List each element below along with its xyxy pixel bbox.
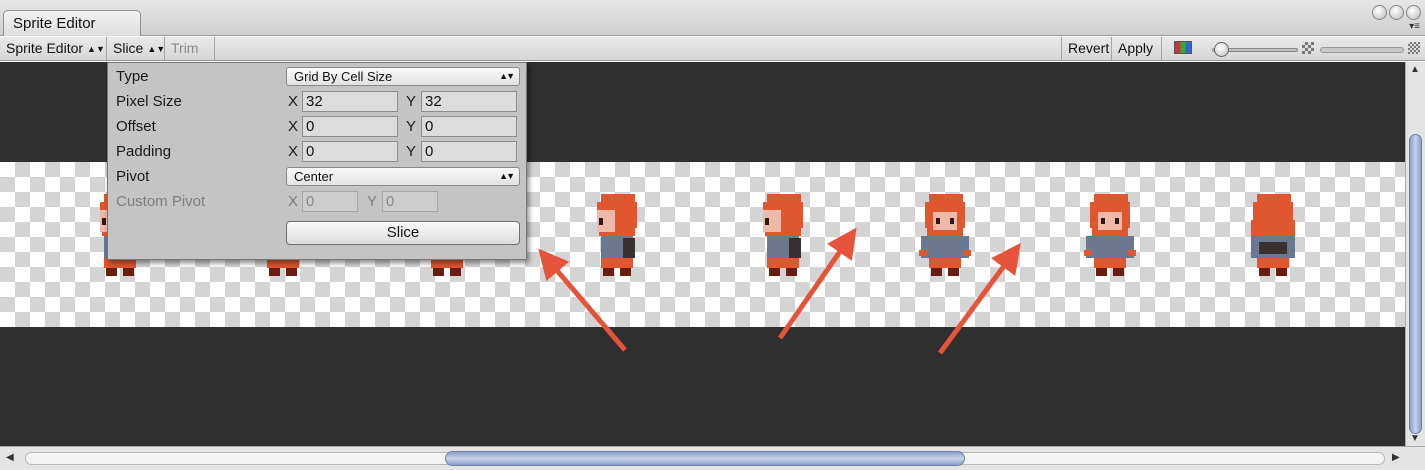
window-button-2[interactable] bbox=[1389, 5, 1404, 20]
pivot-dropdown-value: Center bbox=[294, 169, 334, 184]
chevron-updown-icon: ▲▼ bbox=[499, 71, 515, 81]
pixel-size-y-field[interactable]: 32 bbox=[421, 91, 517, 112]
updown-icon: ▲▼ bbox=[87, 44, 105, 54]
pivot-dropdown[interactable]: Center ▲▼ bbox=[286, 167, 520, 186]
sprite-character bbox=[597, 194, 637, 276]
custom-pivot-x-field[interactable]: 0 bbox=[302, 191, 358, 212]
pixel-size-label: Pixel Size bbox=[116, 93, 182, 110]
offset-y-axis-label: Y bbox=[406, 118, 417, 135]
offset-x-axis-label: X bbox=[288, 118, 299, 135]
sprite-editor-mode-dropdown[interactable]: Sprite Editor ▲▼ bbox=[0, 37, 107, 60]
custom-pivot-y-field[interactable]: 0 bbox=[382, 191, 438, 212]
pixel-size-x-field[interactable]: 32 bbox=[302, 91, 398, 112]
tab-menu-icon[interactable]: ▾≡ bbox=[1409, 21, 1420, 32]
type-label: Type bbox=[116, 68, 149, 85]
mip-small-icon bbox=[1302, 42, 1314, 54]
slice-button[interactable]: Slice bbox=[286, 221, 520, 245]
padding-y-field[interactable]: 0 bbox=[421, 141, 517, 162]
sprite-frame[interactable] bbox=[743, 162, 823, 327]
sprite-character bbox=[763, 194, 803, 276]
sprite-character bbox=[1084, 194, 1136, 276]
trim-button[interactable]: Trim bbox=[165, 37, 215, 60]
updown-icon: ▲▼ bbox=[147, 44, 166, 54]
padding-x-axis-label: X bbox=[288, 143, 299, 160]
mip-large-icon bbox=[1408, 42, 1420, 54]
sprite-frame[interactable] bbox=[1070, 162, 1150, 327]
sprite-frame[interactable] bbox=[1233, 162, 1313, 327]
padding-label: Padding bbox=[116, 143, 172, 160]
window-buttons bbox=[1372, 5, 1421, 20]
padding-x-field[interactable]: 0 bbox=[302, 141, 398, 162]
window-button-1[interactable] bbox=[1372, 5, 1387, 20]
custom-pivot-label: Custom Pivot bbox=[116, 193, 206, 210]
type-dropdown[interactable]: Grid By Cell Size ▲▼ bbox=[286, 67, 520, 86]
custom-pivot-x-axis-label: X bbox=[288, 193, 299, 210]
slice-menu-label: Slice bbox=[113, 40, 144, 56]
slice-menu-button[interactable]: Slice ▲▼ bbox=[107, 37, 165, 60]
sprite-frame[interactable] bbox=[905, 162, 985, 327]
sprite-editor-mode-label: Sprite Editor bbox=[6, 40, 84, 56]
rgb-channel-toggle-icon[interactable] bbox=[1174, 41, 1192, 54]
scroll-up-icon[interactable]: ▲ bbox=[1410, 64, 1420, 75]
sprite-frame[interactable] bbox=[577, 162, 657, 327]
horizontal-scroll-thumb[interactable] bbox=[445, 451, 965, 466]
vertical-scrollbar[interactable]: ▲ ▼ bbox=[1405, 62, 1425, 446]
pivot-label: Pivot bbox=[116, 168, 150, 185]
scroll-down-icon[interactable]: ▼ bbox=[1410, 433, 1420, 444]
vertical-scroll-thumb[interactable] bbox=[1409, 134, 1422, 434]
revert-button[interactable]: Revert bbox=[1061, 37, 1112, 60]
type-dropdown-value: Grid By Cell Size bbox=[294, 69, 393, 84]
sprite-editor-tab[interactable]: Sprite Editor bbox=[3, 10, 141, 36]
offset-label: Offset bbox=[116, 118, 156, 135]
window-title-bar: Sprite Editor ▾≡ bbox=[0, 0, 1425, 36]
chevron-updown-icon: ▲▼ bbox=[499, 171, 515, 181]
offset-y-field[interactable]: 0 bbox=[421, 116, 517, 137]
slice-settings-popup: Type Grid By Cell Size ▲▼ Pixel Size X 3… bbox=[107, 62, 527, 260]
mip-level-slider[interactable] bbox=[1320, 47, 1404, 53]
padding-y-axis-label: Y bbox=[406, 143, 417, 160]
window-button-3[interactable] bbox=[1406, 5, 1421, 20]
horizontal-scrollbar[interactable]: ◀ ▶ bbox=[0, 446, 1425, 470]
offset-x-field[interactable]: 0 bbox=[302, 116, 398, 137]
pixel-size-y-axis-label: Y bbox=[406, 93, 417, 110]
scroll-left-icon[interactable]: ◀ bbox=[6, 452, 14, 463]
apply-button[interactable]: Apply bbox=[1112, 37, 1162, 60]
scroll-right-icon[interactable]: ▶ bbox=[1392, 452, 1400, 463]
zoom-slider-knob[interactable] bbox=[1214, 42, 1229, 57]
sprite-editor-toolbar: Sprite Editor ▲▼ Slice ▲▼ Trim Revert Appl… bbox=[0, 37, 1425, 61]
sprite-character bbox=[1251, 194, 1295, 276]
sprite-character bbox=[919, 194, 971, 276]
custom-pivot-y-axis-label: Y bbox=[367, 193, 378, 210]
pixel-size-x-axis-label: X bbox=[288, 93, 299, 110]
